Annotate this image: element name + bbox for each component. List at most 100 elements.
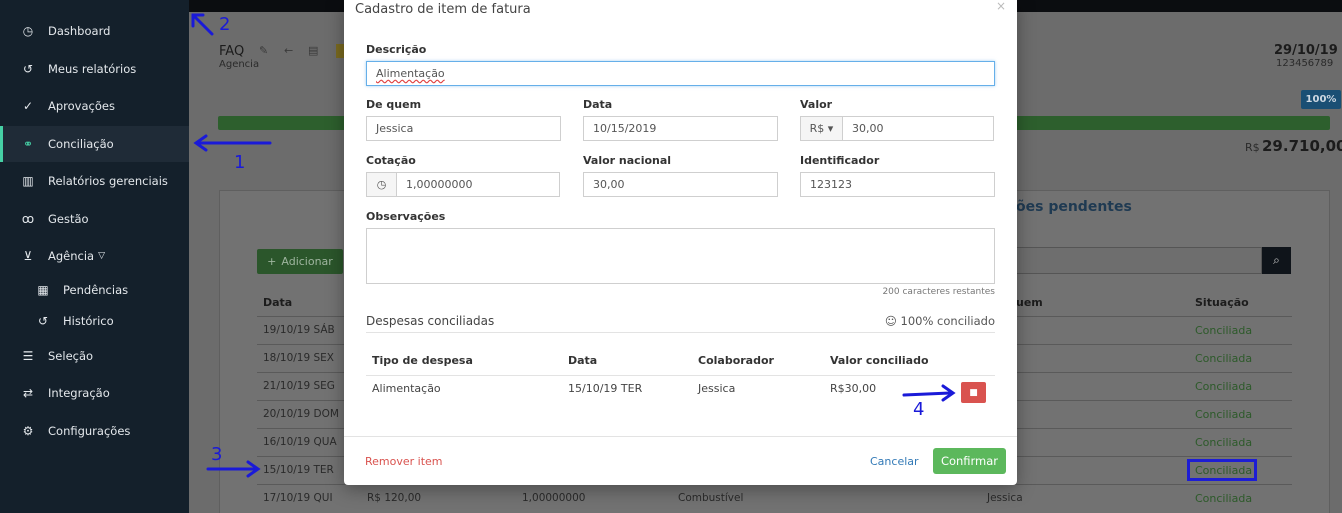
- identificador-label: Identificador: [800, 154, 880, 167]
- modal-title: Cadastro de item de fatura: [355, 2, 531, 17]
- cancel-button[interactable]: Cancelar: [870, 455, 919, 468]
- table-row-status: Conciliada: [1195, 352, 1253, 365]
- sidebar-item-label: Dashboard: [48, 24, 111, 38]
- document-icon[interactable]: ▤: [308, 44, 318, 57]
- dashboard-icon: ◷: [22, 24, 34, 38]
- status-badge: [336, 44, 344, 58]
- dequem-field[interactable]: Jessica: [366, 116, 561, 141]
- annotation-3: 3: [211, 444, 223, 465]
- table-row-status: Conciliada: [1195, 408, 1253, 421]
- trash-icon: ■: [969, 387, 978, 398]
- sidebar-item-meus-relatorios[interactable]: ↺ Meus relatórios: [0, 51, 189, 87]
- add-button-label: Adicionar: [281, 255, 333, 268]
- sidebar-item-label: Relatórios gerenciais: [48, 174, 168, 188]
- valor-nacional-field[interactable]: 30,00: [583, 172, 778, 197]
- col-header-status: Situação: [1195, 296, 1249, 309]
- bar-chart-icon: ▥: [22, 174, 34, 188]
- despesas-title: Despesas conciliadas: [366, 314, 495, 328]
- data-label: Data: [583, 98, 613, 111]
- divider: [366, 375, 995, 376]
- annotation-1: 1: [234, 152, 246, 173]
- sync-icon: ⇄: [22, 386, 34, 400]
- cotacao-field[interactable]: 1,00000000: [396, 172, 560, 197]
- table-row-who: Jessica: [987, 492, 1023, 504]
- col-header-valor: Valor conciliado: [830, 354, 929, 367]
- sidebar-item-label: Conciliação: [48, 137, 114, 151]
- sidebar-item-label: Integração: [48, 386, 110, 400]
- table-cell-valor: R$30,00: [830, 382, 877, 395]
- link-icon: ⚭: [22, 137, 34, 151]
- identificador-field[interactable]: 123123: [800, 172, 995, 197]
- col-header-data: Data: [568, 354, 598, 367]
- table-row-status: Conciliada: [1195, 492, 1253, 505]
- search-button[interactable]: ⌕: [1262, 247, 1291, 274]
- cotacao-label: Cotação: [366, 154, 416, 167]
- sidebar-item-label: Pendências: [63, 283, 129, 297]
- delete-button[interactable]: ■: [961, 382, 986, 403]
- sidebar-item-label: Meus relatórios: [48, 62, 137, 76]
- confirm-button[interactable]: Confirmar: [933, 448, 1006, 474]
- sidebar-item-configuracoes[interactable]: ⚙ Configurações: [0, 413, 189, 449]
- table-row-status: Conciliada: [1195, 436, 1253, 449]
- plus-icon: +: [267, 255, 277, 268]
- search-input[interactable]: [1000, 247, 1262, 274]
- sidebar-item-gestao[interactable]: ꝏ Gestão: [0, 201, 189, 237]
- data-field[interactable]: 10/15/2019: [583, 116, 778, 141]
- divider: [366, 332, 995, 333]
- table-row-rate: 1,00000000: [522, 492, 586, 504]
- users-icon: ꝏ: [21, 212, 35, 226]
- sidebar-item-label: Configurações: [48, 424, 131, 438]
- report-date: 29/10/19: [1274, 43, 1338, 58]
- gear-icon: ⚙: [22, 424, 34, 438]
- check-icon: ✓: [22, 99, 34, 113]
- sidebar-item-label: Agência: [48, 249, 95, 263]
- total-currency: R$: [1245, 141, 1260, 154]
- page-title: FAQ: [219, 44, 245, 59]
- table-row-date: 20/10/19 DOM: [263, 408, 339, 420]
- observacoes-textarea[interactable]: [366, 228, 995, 284]
- sidebar-item-relatorios-gerenciais[interactable]: ▥ Relatórios gerenciais: [0, 163, 189, 199]
- sidebar-item-historico[interactable]: ↺ Histórico: [0, 303, 189, 339]
- history-icon: ↺: [37, 314, 49, 328]
- section-title: ões pendentes: [1016, 199, 1132, 215]
- sidebar-item-integracao[interactable]: ⇄ Integração: [0, 375, 189, 411]
- remove-item-link[interactable]: Remover item: [365, 455, 443, 468]
- descricao-label: Descrição: [366, 43, 427, 56]
- table-row-date[interactable]: 15/10/19 TER: [263, 464, 334, 476]
- total-amount: 29.710,00: [1262, 137, 1342, 155]
- table-cell-colaborador: Jessica: [698, 382, 736, 395]
- sidebar: ◷ Dashboard ↺ Meus relatórios ✓ Aprovaçõ…: [0, 0, 189, 513]
- valor-field[interactable]: 30,00: [842, 116, 994, 141]
- edit-icon[interactable]: ✎: [259, 44, 268, 57]
- observacoes-label: Observações: [366, 210, 446, 223]
- close-icon[interactable]: ×: [996, 0, 1006, 13]
- add-button[interactable]: + Adicionar: [257, 249, 343, 274]
- currency-select[interactable]: R$ ▾: [800, 116, 843, 141]
- sidebar-item-dashboard[interactable]: ◷ Dashboard: [0, 13, 189, 49]
- sidebar-item-label: Gestão: [48, 212, 89, 226]
- calendar-icon: ▦: [37, 283, 49, 297]
- table-row-date: 19/10/19 SÁB: [263, 324, 335, 336]
- table-row-date: 16/10/19 QUA: [263, 436, 337, 448]
- divider: [344, 436, 1017, 437]
- sidebar-item-selecao[interactable]: ☰ Seleção: [0, 338, 189, 374]
- highlight-box: [1187, 459, 1257, 481]
- table-cell-data: 15/10/19 TER: [568, 382, 643, 395]
- annotation-4: 4: [913, 399, 925, 420]
- list-icon: ☰: [22, 349, 34, 363]
- sidebar-item-agencia[interactable]: ⊻ Agência ▽: [0, 238, 189, 274]
- col-header-date: Data: [263, 296, 293, 309]
- sidebar-item-aprovacoes[interactable]: ✓ Aprovações: [0, 88, 189, 124]
- descricao-field[interactable]: Alimentação: [366, 61, 995, 86]
- sidebar-item-conciliacao[interactable]: ⚭ Conciliação: [0, 126, 189, 162]
- table-row-date: 21/10/19 SEG: [263, 380, 335, 392]
- dequem-label: De quem: [366, 98, 422, 111]
- sidebar-item-label: Seleção: [48, 349, 94, 363]
- clock-icon: ◷: [366, 172, 397, 197]
- sidebar-item-label: Aprovações: [48, 99, 115, 113]
- chevron-down-icon: ▽: [98, 251, 106, 261]
- back-icon[interactable]: ←: [284, 44, 293, 57]
- char-counter: 200 caracteres restantes: [882, 287, 995, 297]
- table-cell-tipo: Alimentação: [372, 382, 441, 395]
- descricao-value: Alimentação: [376, 67, 445, 80]
